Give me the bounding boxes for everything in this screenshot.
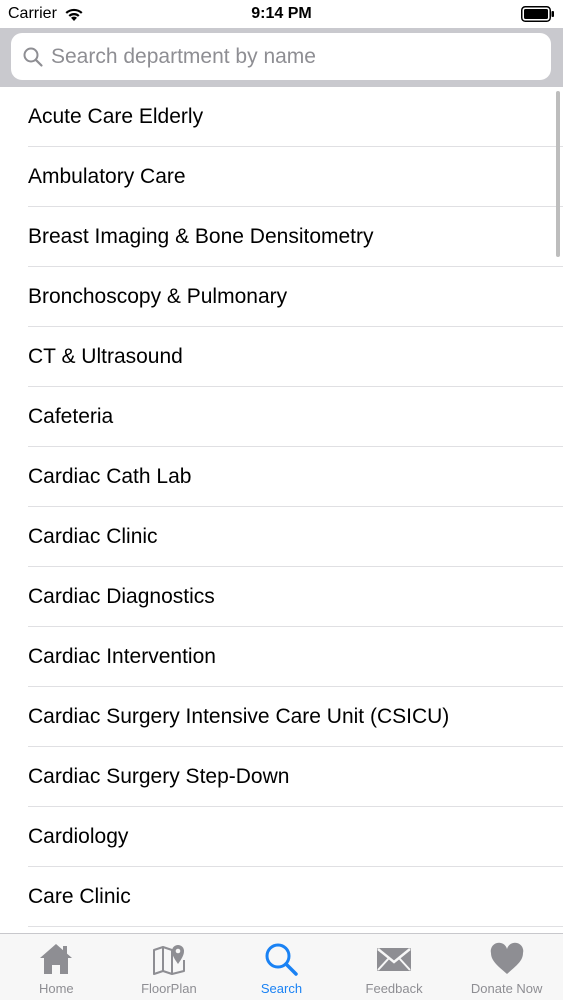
department-label: Cardiac Cath Lab bbox=[28, 465, 192, 488]
list-item[interactable]: Cardiac Surgery Intensive Care Unit (CSI… bbox=[0, 687, 563, 747]
department-label: Care Clinic bbox=[28, 885, 131, 908]
list-item[interactable]: Cafeteria bbox=[0, 387, 563, 447]
tab-label: FloorPlan bbox=[141, 981, 197, 996]
list-item[interactable]: Breast Imaging & Bone Densitometry bbox=[0, 207, 563, 267]
tab-label: Donate Now bbox=[470, 981, 543, 996]
tab-bar: Home FloorPlan Search Feedback Donate No… bbox=[0, 933, 563, 1000]
list-item[interactable]: Care Clinic bbox=[0, 867, 563, 927]
tab-feedback[interactable]: Feedback bbox=[338, 934, 451, 1000]
search-input[interactable] bbox=[51, 44, 521, 69]
department-label: Breast Imaging & Bone Densitometry bbox=[28, 225, 374, 248]
department-label: Ambulatory Care bbox=[28, 165, 186, 188]
department-label: Cardiology bbox=[28, 825, 129, 848]
department-label: Acute Care Elderly bbox=[28, 105, 204, 128]
department-label: CT & Ultrasound bbox=[28, 345, 183, 368]
department-label: Cardiac Intervention bbox=[28, 645, 216, 668]
map-pin-icon bbox=[152, 945, 185, 975]
department-list: Acute Care Elderly Ambulatory Care Breas… bbox=[0, 87, 563, 933]
tab-label: Home bbox=[38, 981, 74, 996]
tab-label: Search bbox=[260, 981, 303, 996]
list-item[interactable]: Ambulatory Care bbox=[0, 147, 563, 207]
list-item[interactable]: Cardiac Diagnostics bbox=[0, 567, 563, 627]
list-item[interactable]: Cardiac Cath Lab bbox=[0, 447, 563, 507]
list-item[interactable]: Cardiac Clinic bbox=[0, 507, 563, 567]
status-time: 9:14 PM bbox=[251, 5, 312, 22]
list-item[interactable]: Acute Care Elderly bbox=[0, 87, 563, 147]
list-item[interactable]: Bronchoscopy & Pulmonary bbox=[0, 267, 563, 327]
heart-icon bbox=[490, 942, 523, 974]
department-label: Cardiac Surgery Step-Down bbox=[28, 765, 290, 788]
search-icon bbox=[23, 47, 43, 67]
list-item[interactable]: Cardiac Intervention bbox=[0, 627, 563, 687]
screen: Carrier 9:14 PM Acute Care Elderly Ambul… bbox=[0, 0, 563, 1000]
department-label: Cardiac Clinic bbox=[28, 525, 158, 548]
battery-icon bbox=[521, 6, 554, 22]
department-label: Bronchoscopy & Pulmonary bbox=[28, 285, 288, 308]
tab-label: Feedback bbox=[365, 981, 423, 996]
search-box[interactable] bbox=[11, 33, 551, 80]
tab-floorplan[interactable]: FloorPlan bbox=[113, 934, 226, 1000]
envelope-icon bbox=[377, 948, 412, 971]
department-label: Cardiac Diagnostics bbox=[28, 585, 215, 608]
status-bar: Carrier 9:14 PM bbox=[0, 0, 563, 28]
list-item[interactable]: Cardiology bbox=[0, 807, 563, 867]
tab-donate[interactable]: Donate Now bbox=[450, 934, 563, 1000]
list-item[interactable]: Cardiac Surgery Step-Down bbox=[0, 747, 563, 807]
home-icon bbox=[40, 944, 73, 974]
department-label: Cafeteria bbox=[28, 405, 114, 428]
scroll-indicator[interactable] bbox=[556, 91, 560, 257]
department-label: Cardiac Surgery Intensive Care Unit (CSI… bbox=[28, 705, 450, 728]
list-item[interactable]: CT & Ultrasound bbox=[0, 327, 563, 387]
search-bar bbox=[0, 28, 563, 87]
tab-home[interactable]: Home bbox=[0, 934, 113, 1000]
search-icon bbox=[265, 943, 299, 976]
tab-search[interactable]: Search bbox=[225, 934, 338, 1000]
